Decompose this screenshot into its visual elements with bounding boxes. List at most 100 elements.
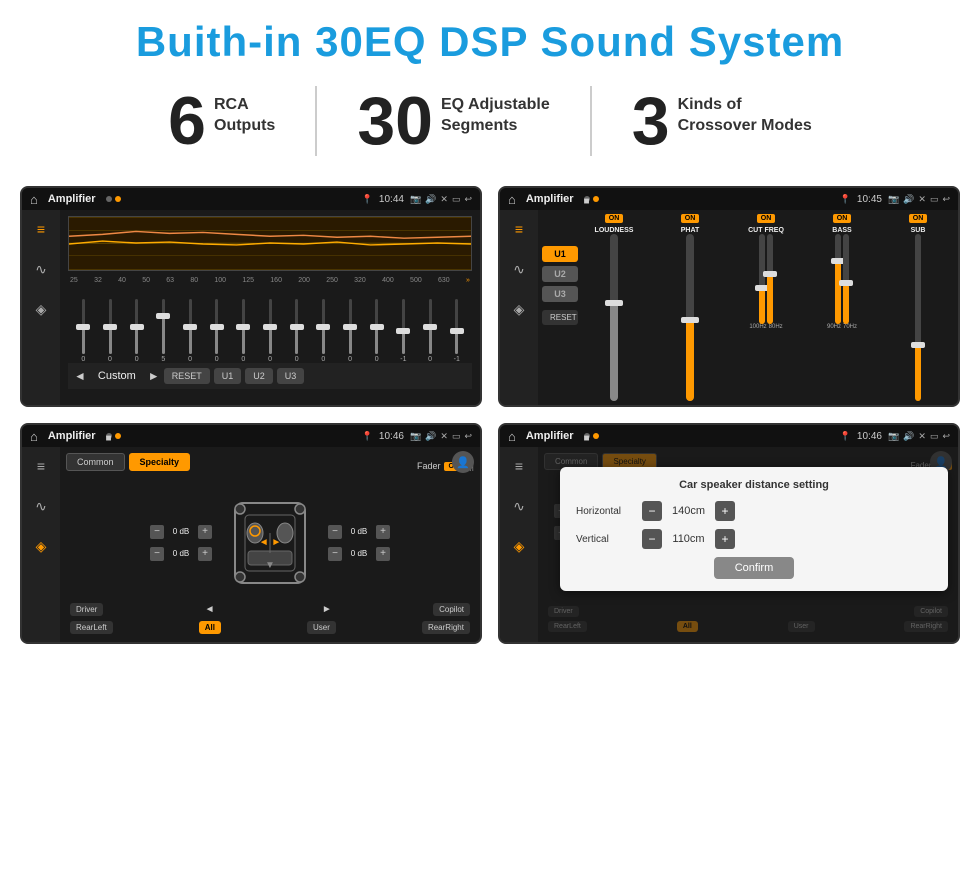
sub-thumb[interactable] bbox=[911, 342, 925, 348]
loudness-slider[interactable] bbox=[610, 234, 618, 401]
cutfreq-slider-f[interactable] bbox=[767, 234, 773, 324]
slider-track-5[interactable] bbox=[189, 299, 192, 354]
slider-col-12: 0 bbox=[363, 299, 390, 363]
next-button[interactable]: ► bbox=[148, 369, 160, 383]
all-button[interactable]: All bbox=[199, 621, 221, 634]
slider-track-12[interactable] bbox=[375, 299, 378, 354]
sidebar-eq-icon[interactable]: ≡ bbox=[28, 216, 54, 242]
phat-on-badge: ON bbox=[681, 214, 700, 223]
slider-thumb-2[interactable] bbox=[103, 324, 117, 330]
rr-minus-button[interactable]: − bbox=[328, 547, 342, 561]
home-icon-4[interactable]: ⌂ bbox=[508, 429, 516, 444]
screen4-time: 10:46 bbox=[857, 431, 882, 442]
slider-thumb-10[interactable] bbox=[316, 324, 330, 330]
slider-thumb-15[interactable] bbox=[450, 328, 464, 334]
home-icon-3[interactable]: ⌂ bbox=[30, 429, 38, 444]
vertical-plus-button[interactable]: + bbox=[715, 529, 735, 549]
slider-track-9[interactable] bbox=[295, 299, 298, 354]
slider-thumb-9[interactable] bbox=[290, 324, 304, 330]
horizontal-minus-button[interactable]: − bbox=[642, 501, 662, 521]
slider-track-10[interactable] bbox=[322, 299, 325, 354]
freq-more[interactable]: » bbox=[466, 277, 470, 284]
slider-thumb-3[interactable] bbox=[130, 324, 144, 330]
stat-text-rca: RCAOutputs bbox=[214, 87, 275, 137]
slider-thumb-12[interactable] bbox=[370, 324, 384, 330]
slider-thumb-7[interactable] bbox=[236, 324, 250, 330]
slider-track-11[interactable] bbox=[349, 299, 352, 354]
fr-plus-button[interactable]: + bbox=[376, 525, 390, 539]
rl-minus-button[interactable]: − bbox=[150, 547, 164, 561]
cutfreq-slider-g[interactable] bbox=[759, 234, 765, 324]
u1-button[interactable]: U1 bbox=[214, 368, 242, 384]
slider-thumb-4[interactable] bbox=[156, 313, 170, 319]
home-icon-1[interactable]: ⌂ bbox=[30, 192, 38, 207]
bass-slider-g[interactable] bbox=[843, 234, 849, 324]
slider-track-7[interactable] bbox=[242, 299, 245, 354]
specialty-tab[interactable]: Specialty bbox=[129, 453, 191, 471]
phat-thumb[interactable] bbox=[681, 317, 699, 323]
sidebar-speaker-icon-2[interactable]: ◈ bbox=[506, 296, 532, 322]
common-tab[interactable]: Common bbox=[66, 453, 125, 471]
sidebar-speaker-icon[interactable]: ◈ bbox=[28, 296, 54, 322]
profile-button-3[interactable]: 👤 bbox=[452, 451, 474, 473]
fl-minus-button[interactable]: − bbox=[150, 525, 164, 539]
slider-thumb-13[interactable] bbox=[396, 328, 410, 334]
slider-thumb-5[interactable] bbox=[183, 324, 197, 330]
slider-track-2[interactable] bbox=[109, 299, 112, 354]
sidebar-wave-icon[interactable]: ∿ bbox=[28, 256, 54, 282]
sidebar-wave-icon-4[interactable]: ∿ bbox=[506, 493, 532, 519]
amp-reset-button[interactable]: RESET bbox=[542, 310, 578, 325]
right-arrow-button[interactable]: ► bbox=[316, 602, 338, 617]
fr-minus-button[interactable]: − bbox=[328, 525, 342, 539]
slider-track-3[interactable] bbox=[135, 299, 138, 354]
u3-button[interactable]: U3 bbox=[277, 368, 305, 384]
bass-g-thumb[interactable] bbox=[839, 280, 853, 286]
horizontal-plus-button[interactable]: + bbox=[715, 501, 735, 521]
rearleft-button[interactable]: RearLeft bbox=[70, 621, 113, 634]
confirm-button[interactable]: Confirm bbox=[714, 557, 794, 579]
slider-thumb-8[interactable] bbox=[263, 324, 277, 330]
sidebar-wave-icon-2[interactable]: ∿ bbox=[506, 256, 532, 282]
slider-track-1[interactable] bbox=[82, 299, 85, 354]
rearright-button[interactable]: RearRight bbox=[422, 621, 470, 634]
slider-track-6[interactable] bbox=[215, 299, 218, 354]
vertical-minus-button[interactable]: − bbox=[642, 529, 662, 549]
slider-thumb-11[interactable] bbox=[343, 324, 357, 330]
u1-amp-button[interactable]: U1 bbox=[542, 246, 578, 262]
sidebar-eq-icon-2[interactable]: ≡ bbox=[506, 216, 532, 242]
prev-button[interactable]: ◄ bbox=[74, 369, 86, 383]
slider-thumb-6[interactable] bbox=[210, 324, 224, 330]
u2-amp-button[interactable]: U2 bbox=[542, 266, 578, 282]
slider-track-8[interactable] bbox=[269, 299, 272, 354]
sidebar-speaker-icon-4[interactable]: ◈ bbox=[506, 533, 532, 559]
slider-track-15[interactable] bbox=[455, 299, 458, 354]
slider-track-14[interactable] bbox=[429, 299, 432, 354]
cutfreq-f-thumb[interactable] bbox=[763, 271, 777, 277]
sidebar-wave-icon-3[interactable]: ∿ bbox=[28, 493, 54, 519]
sidebar-speaker-icon-3[interactable]: ◈ bbox=[28, 533, 54, 559]
sidebar-eq-icon-4[interactable]: ≡ bbox=[506, 453, 532, 479]
slider-track-4[interactable] bbox=[162, 299, 165, 354]
driver-button[interactable]: Driver bbox=[70, 603, 103, 616]
user-button[interactable]: User bbox=[307, 621, 336, 634]
copilot-button[interactable]: Copilot bbox=[433, 603, 470, 616]
left-arrow-button[interactable]: ◄ bbox=[199, 602, 221, 617]
sidebar-eq-icon-3[interactable]: ≡ bbox=[28, 453, 54, 479]
rl-plus-button[interactable]: + bbox=[198, 547, 212, 561]
u2-button[interactable]: U2 bbox=[245, 368, 273, 384]
slider-thumb-14[interactable] bbox=[423, 324, 437, 330]
sub-slider[interactable] bbox=[915, 234, 921, 401]
reset-button[interactable]: RESET bbox=[164, 368, 210, 384]
slider-track-13[interactable] bbox=[402, 299, 405, 354]
home-icon-2[interactable]: ⌂ bbox=[508, 192, 516, 207]
fl-plus-button[interactable]: + bbox=[198, 525, 212, 539]
slider-col-10: 0 bbox=[310, 299, 337, 363]
slider-col-15: -1 bbox=[443, 299, 470, 363]
bass-slider-f[interactable] bbox=[835, 234, 841, 324]
status-icons-4: 📷 🔊 ✕ ▭ ↩ bbox=[888, 431, 950, 442]
u3-amp-button[interactable]: U3 bbox=[542, 286, 578, 302]
loudness-thumb[interactable] bbox=[605, 300, 623, 306]
slider-thumb-1[interactable] bbox=[76, 324, 90, 330]
phat-slider[interactable] bbox=[686, 234, 694, 401]
rr-plus-button[interactable]: + bbox=[376, 547, 390, 561]
